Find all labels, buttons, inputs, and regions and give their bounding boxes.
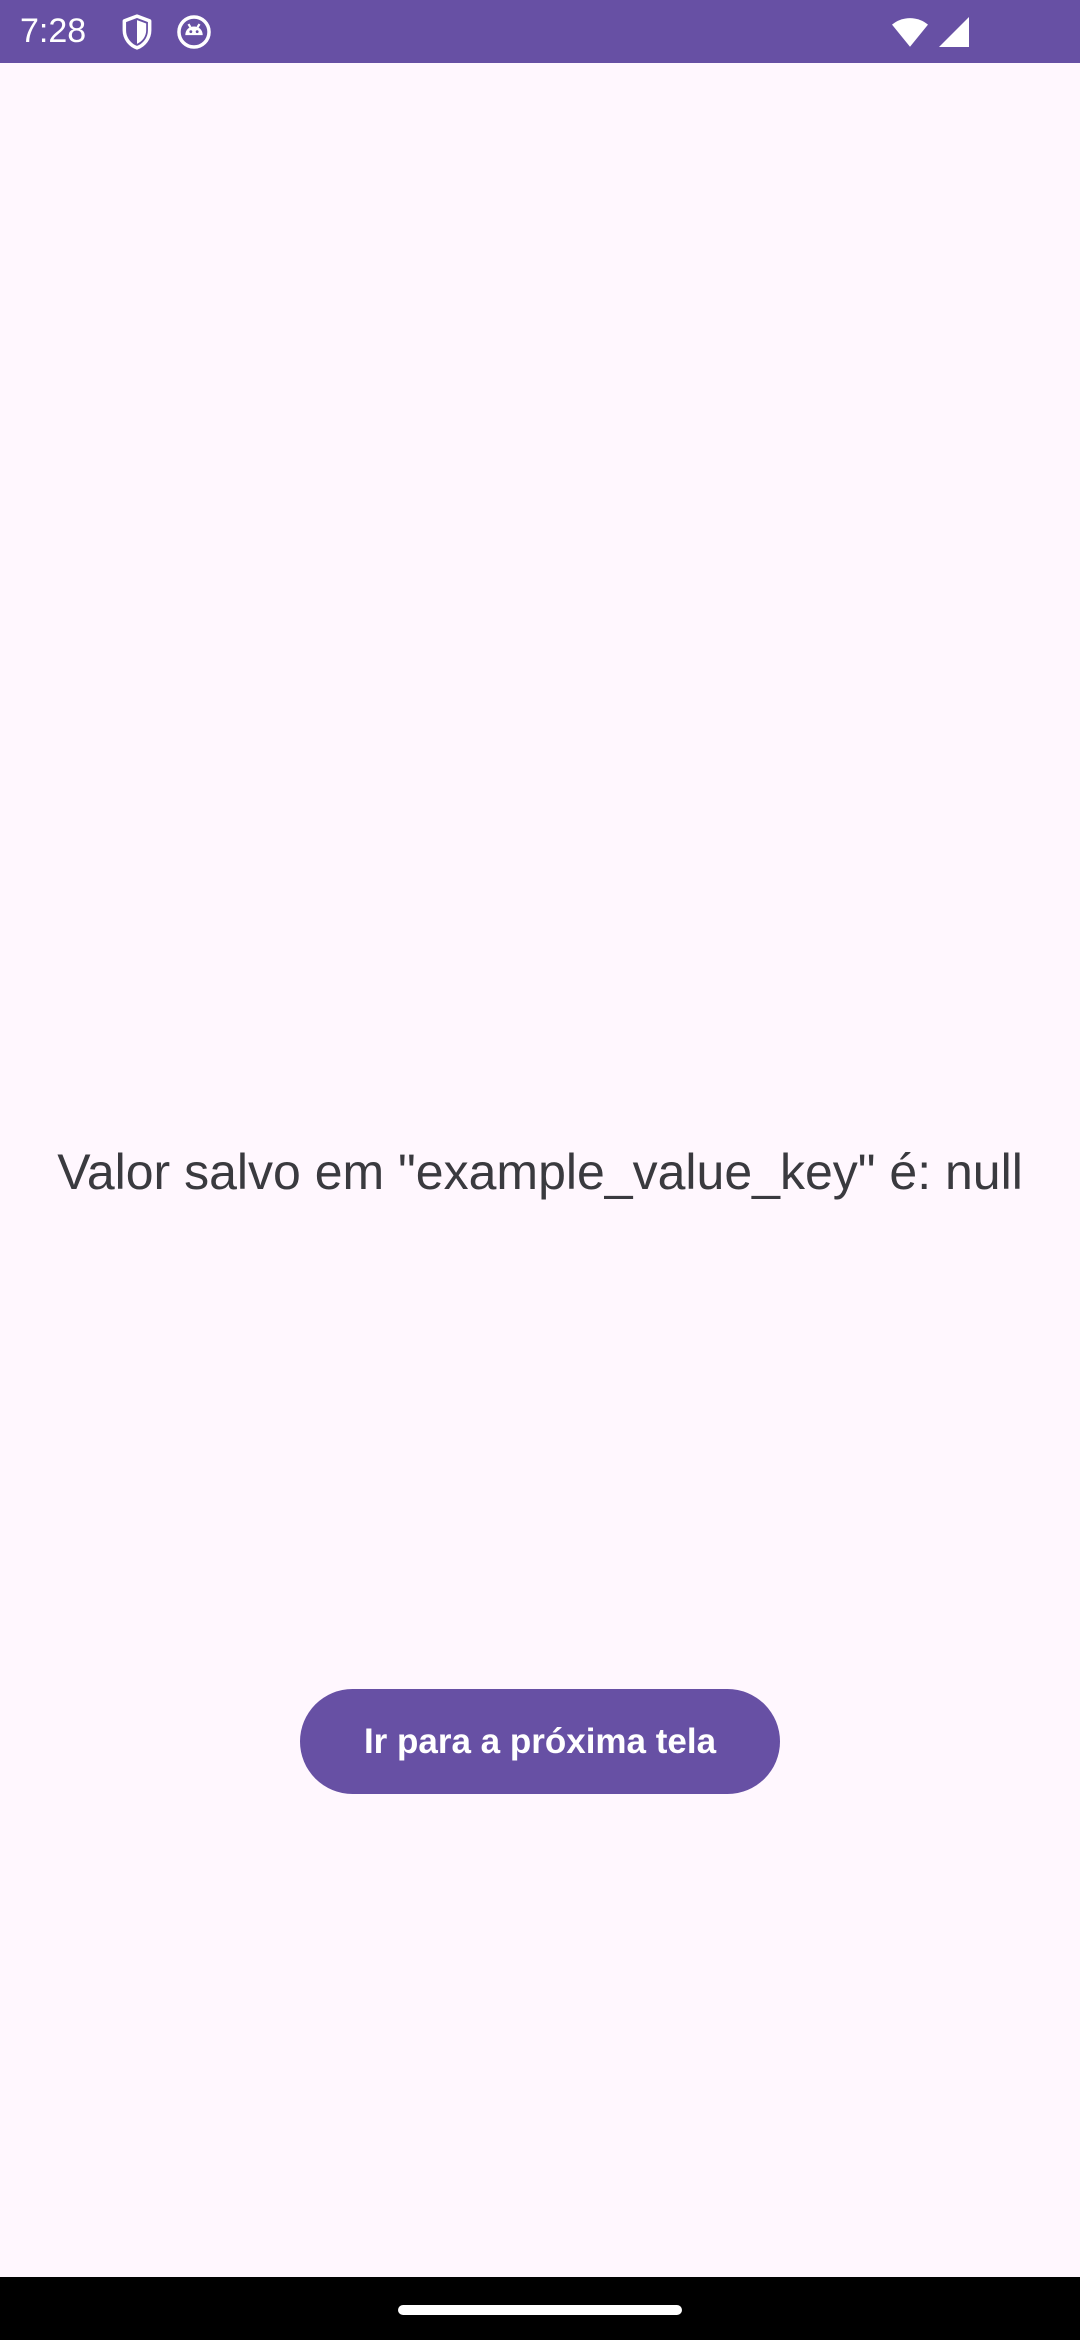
android-debug-icon (175, 13, 213, 51)
shield-icon (118, 13, 156, 51)
cellular-signal-icon (936, 14, 972, 50)
status-time: 7:28 (20, 12, 87, 50)
app-screen: 7:28 Valor salvo em "example_value_key" … (0, 0, 1080, 2340)
wifi-icon (890, 14, 930, 50)
next-screen-button[interactable]: Ir para a próxima tela (300, 1689, 780, 1794)
navigation-bar (0, 2277, 1080, 2340)
saved-value-text: Valor salvo em "example_value_key" é: nu… (57, 1144, 1023, 1200)
status-bar: 7:28 (0, 0, 1080, 63)
home-handle[interactable] (398, 2305, 682, 2315)
